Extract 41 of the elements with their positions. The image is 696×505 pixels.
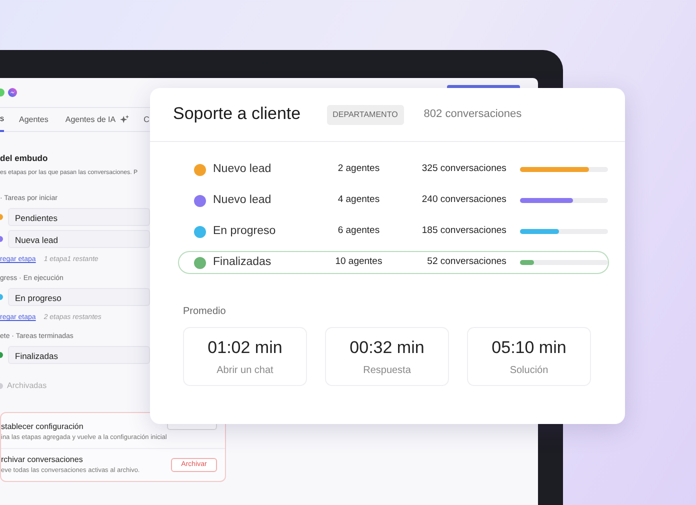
stage-field[interactable]: En progreso [8, 288, 150, 306]
sparkle-icon [120, 115, 129, 124]
stage-row[interactable]: Nuevo lead 4 agentes 240 conversaciones [178, 189, 609, 212]
agent-count: 2 agentes [336, 162, 381, 176]
stage-field[interactable]: Finalizadas [8, 346, 150, 364]
stage-row[interactable]: Finalizadas 10 agentes 52 conversaciones [178, 251, 609, 274]
stage-name: Nuevo lead [213, 192, 272, 208]
stage-name: En progreso [213, 224, 277, 239]
section-title: del embudo [0, 152, 48, 165]
stat-value: 00:32 min [350, 336, 424, 359]
department-tag: DEPARTAMENTO [326, 104, 404, 124]
tab[interactable]: C [144, 108, 150, 132]
chat-bubble-icon [8, 88, 17, 97]
conversation-count: 185 conversaciones [420, 224, 506, 238]
conversation-count: 240 conversaciones [420, 193, 506, 208]
stat-value: 01:02 min [208, 336, 282, 359]
stage-field[interactable]: Nueva lead [8, 230, 150, 248]
tab[interactable]: Agentes [19, 108, 48, 132]
stage-row[interactable]: En progreso 6 agentes 185 conversaciones [178, 220, 609, 243]
tab[interactable]: s [0, 108, 4, 132]
tab[interactable]: Agentes de IA [65, 108, 129, 132]
average-label: Promedio [183, 305, 227, 319]
stage-name: Finalizadas [213, 254, 272, 270]
setting-title: rchivar conversaciones [1, 454, 84, 466]
archived-label: Archivadas [7, 380, 47, 392]
agent-count: 6 agentes [336, 224, 381, 238]
stat-label: Solución [510, 364, 548, 378]
conversation-count: 52 conversaciones [426, 255, 506, 270]
conversation-count: 325 conversaciones [420, 162, 506, 176]
card-title: Soporte a cliente [173, 104, 301, 125]
setting-title: stablecer configuración [1, 421, 84, 434]
stat-label: Abrir un chat [216, 364, 274, 378]
button-edge[interactable] [447, 85, 520, 88]
stat-value: 05:10 min [492, 336, 566, 359]
stage-field[interactable]: Pendientes [8, 208, 150, 226]
stage-name: Nuevo lead [213, 162, 272, 177]
stat-label: Respuesta [363, 364, 411, 378]
stage-row[interactable]: Nuevo lead 2 agentes 325 conversaciones [178, 158, 609, 181]
agent-count: 4 agentes [336, 193, 381, 208]
conversation-count: 802 conversaciones [424, 107, 522, 122]
agent-count: 10 agentes [334, 255, 384, 270]
